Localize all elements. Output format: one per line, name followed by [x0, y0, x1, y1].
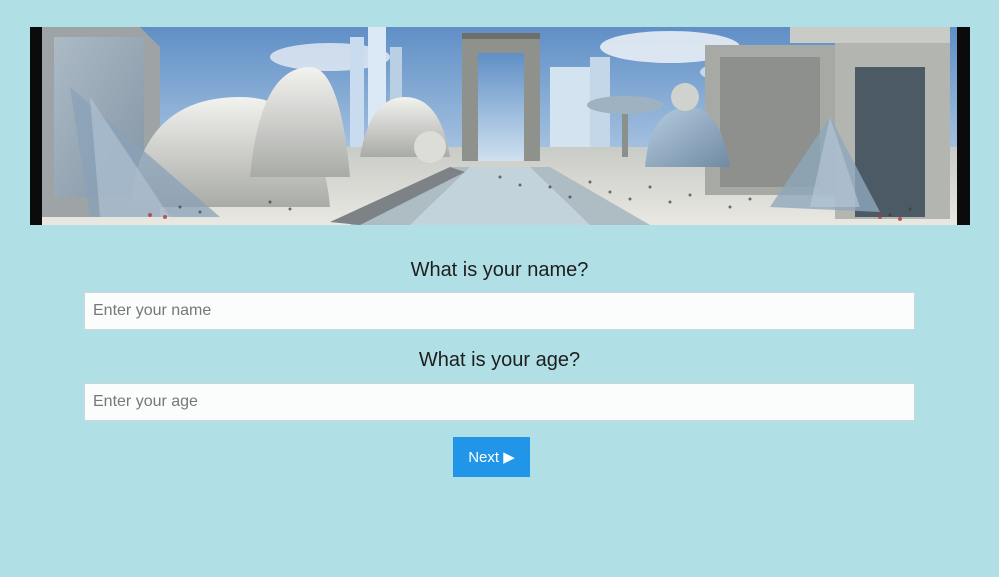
name-input[interactable] — [84, 292, 915, 330]
banner-image — [30, 27, 970, 225]
age-question-label: What is your age? — [418, 349, 581, 371]
age-input[interactable] — [84, 383, 915, 421]
next-button[interactable]: Next ▶ — [453, 437, 530, 477]
name-question-label: What is your name? — [410, 259, 589, 281]
city-illustration — [30, 27, 970, 225]
page: What is your name? What is your age? Nex… — [0, 0, 999, 577]
